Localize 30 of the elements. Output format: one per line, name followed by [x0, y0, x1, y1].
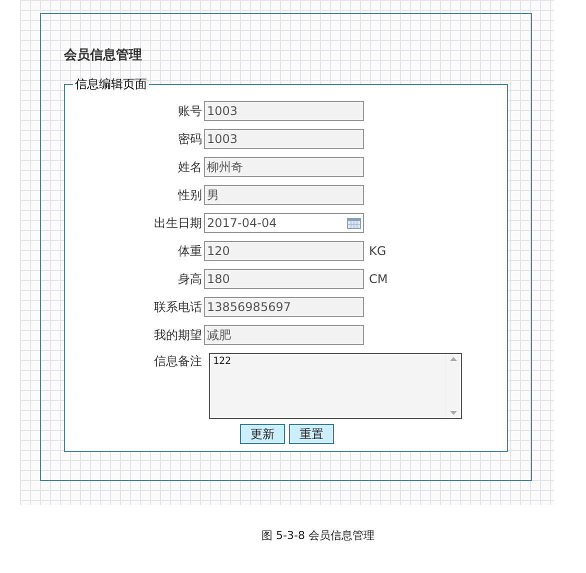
field-label: 我的期望 [153, 326, 202, 344]
form-button[interactable]: 更新 [240, 424, 285, 444]
field-label: 账号 [177, 102, 202, 120]
date-field[interactable]: 2017-04-04 [204, 213, 364, 233]
remarks-textarea[interactable]: 122 [209, 353, 462, 419]
unit-label: CM [369, 272, 388, 286]
form-legend: 信息编辑页面 [73, 76, 149, 93]
field-label: 出生日期 [153, 214, 202, 232]
field-label: 体重 [177, 242, 202, 260]
calendar-icon[interactable] [347, 218, 361, 228]
field-label: 身高 [177, 270, 202, 288]
field-label: 性别 [176, 186, 202, 204]
page-title: 会员信息管理 [64, 47, 143, 64]
input-field[interactable]: 男 [204, 185, 364, 205]
scroll-down-icon[interactable] [450, 411, 457, 415]
input-field[interactable]: 1003 [204, 129, 364, 149]
field-label: 联系电话 [153, 298, 202, 316]
input-field[interactable]: 180 [204, 269, 364, 289]
scroll-up-icon[interactable] [450, 357, 457, 361]
input-field[interactable]: 1003 [204, 101, 364, 121]
unit-label: KG [369, 244, 386, 258]
input-field[interactable]: 柳州奇 [204, 157, 364, 177]
field-label: 姓名 [177, 158, 202, 176]
input-field[interactable]: 120 [204, 241, 364, 261]
input-field[interactable]: 减肥 [204, 325, 364, 345]
field-label: 密码 [177, 130, 202, 148]
field-label: 信息备注 [153, 353, 202, 370]
form-button[interactable]: 重置 [289, 424, 334, 444]
figure-caption: 图 5-3-8 会员信息管理 [262, 528, 374, 543]
input-field[interactable]: 13856985697 [204, 297, 364, 317]
